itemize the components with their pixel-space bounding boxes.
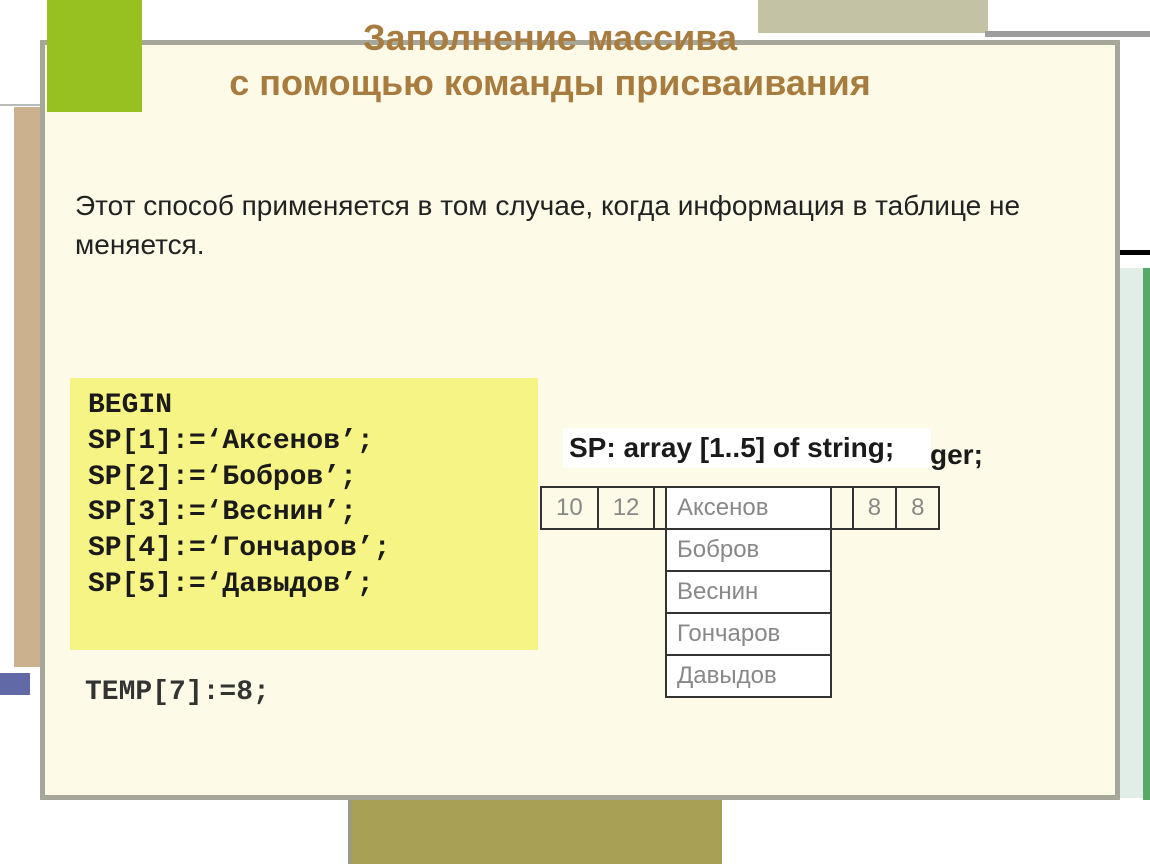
peek-code-line: TEMP[7]:=8; xyxy=(85,677,270,708)
name-cell-4: Гончаров xyxy=(666,613,831,655)
code-l2: SP[2]:=‘Бобров’; xyxy=(88,462,357,493)
num-cell-4: 8 xyxy=(853,487,896,529)
declaration-fragment: ger; xyxy=(930,439,983,471)
declaration-sp: SP: array [1..5] of string; xyxy=(563,428,931,468)
decor-teal-right xyxy=(1118,268,1146,798)
code-l1: SP[1]:=‘Аксенов’; xyxy=(88,426,374,457)
name-cell-1: Аксенов xyxy=(666,487,831,529)
code-l0: BEGIN xyxy=(88,390,172,421)
title-line-1: Заполнение массива xyxy=(0,15,1100,62)
name-cell-3: Веснин xyxy=(666,571,831,613)
name-cell-2: Бобров xyxy=(666,529,831,571)
num-cell-1: 10 xyxy=(541,487,598,529)
description-text: Этот способ применяется в том случае, ко… xyxy=(75,186,1035,264)
num-cell-5: 8 xyxy=(896,487,939,529)
code-l5: SP[5]:=‘Давыдов’; xyxy=(88,569,374,600)
decor-blue-chip xyxy=(0,673,30,695)
decor-olive-bottom xyxy=(348,797,722,864)
code-l4: SP[4]:=‘Гончаров’; xyxy=(88,533,390,564)
decor-green-right xyxy=(1143,268,1150,800)
name-cell-5: Давыдов xyxy=(666,655,831,697)
names-table: Аксенов Бобров Веснин Гончаров Давыдов xyxy=(665,486,832,698)
code-box: BEGIN SP[1]:=‘Аксенов’; SP[2]:=‘Бобров’;… xyxy=(70,378,538,650)
code-l3: SP[3]:=‘Веснин’; xyxy=(88,497,357,528)
num-cell-2: 12 xyxy=(598,487,655,529)
title-line-2: с помощью команды присваивания xyxy=(0,60,1100,107)
